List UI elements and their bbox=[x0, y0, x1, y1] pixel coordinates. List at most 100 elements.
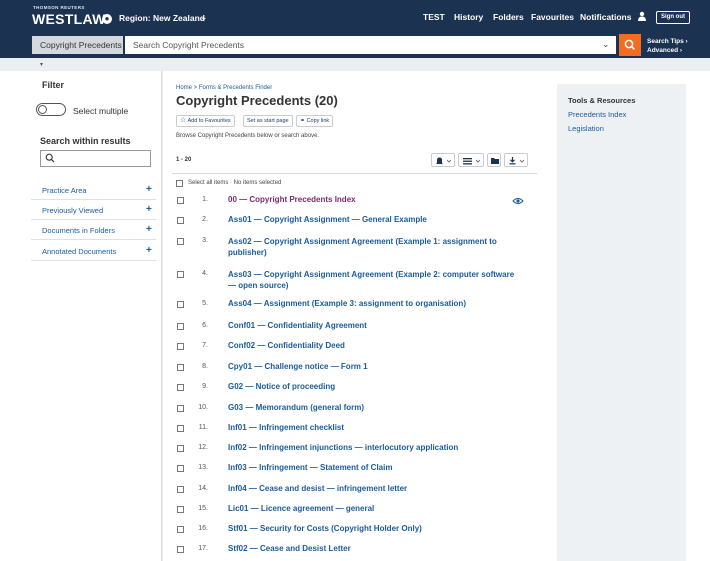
search-tips[interactable]: Search Tips › Advanced › bbox=[647, 37, 688, 55]
result-number: 6. bbox=[202, 322, 208, 329]
result-checkbox[interactable] bbox=[177, 465, 184, 472]
download-dropdown[interactable] bbox=[504, 153, 528, 167]
facet-documents-in-folders[interactable]: Documents in Folders + bbox=[31, 224, 156, 240]
result-checkbox[interactable] bbox=[177, 526, 184, 533]
annotation-icon[interactable] bbox=[512, 197, 524, 205]
result-title-link[interactable]: Ass01 — Copyright Assignment — General E… bbox=[228, 214, 518, 225]
result-checkbox[interactable] bbox=[177, 425, 184, 432]
result-number: 16. bbox=[198, 525, 208, 532]
search-history-chevron-icon[interactable]: ⌄ bbox=[602, 39, 610, 50]
result-title-link[interactable]: Cpy01 — Challenge notice — Form 1 bbox=[228, 361, 518, 372]
result-title-link[interactable]: Inf02 — Infringement injunctions — inter… bbox=[228, 442, 518, 453]
facet-label: Previously Viewed bbox=[42, 206, 104, 215]
save-to-folder-button[interactable] bbox=[487, 153, 501, 167]
set-start-page-label: Set as start page bbox=[247, 118, 289, 124]
sign-out-button[interactable]: Sign out bbox=[656, 11, 690, 24]
alert-dropdown[interactable] bbox=[431, 153, 455, 167]
user-icon[interactable] bbox=[637, 11, 647, 21]
nav-notifications[interactable]: Notifications bbox=[580, 12, 631, 22]
star-icon: ☆ bbox=[180, 117, 187, 124]
result-title-link[interactable]: Ass04 — Assignment (Example 3: assignmen… bbox=[228, 298, 518, 309]
search-scope-dropdown[interactable]: Copyright Precedents ▾ bbox=[32, 36, 123, 68]
plus-icon: + bbox=[146, 184, 152, 195]
result-checkbox[interactable] bbox=[177, 506, 184, 513]
nav-favourites[interactable]: Favourites bbox=[531, 12, 574, 22]
bell-icon bbox=[436, 157, 452, 164]
result-checkbox[interactable] bbox=[177, 546, 184, 553]
page-title: Copyright Precedents (20) bbox=[176, 93, 338, 108]
chevron-down-icon[interactable]: ⌄ bbox=[200, 12, 208, 23]
result-title-link[interactable]: Ass02 — Copyright Assignment Agreement (… bbox=[228, 236, 518, 258]
facet-previously-viewed[interactable]: Previously Viewed + bbox=[31, 204, 156, 220]
result-checkbox[interactable] bbox=[177, 197, 184, 204]
search-tips-link[interactable]: Search Tips › bbox=[647, 37, 688, 46]
result-number: 2. bbox=[202, 216, 208, 223]
result-title-link[interactable]: G02 — Notice of proceeding bbox=[228, 381, 518, 392]
result-checkbox[interactable] bbox=[177, 271, 184, 278]
result-title-link[interactable]: Stf01 — Security for Costs (Copyright Ho… bbox=[228, 523, 518, 534]
select-multiple-label: Select multiple bbox=[73, 106, 129, 116]
result-range: 1 - 20 bbox=[176, 157, 192, 163]
brand-subtitle: THOMSON REUTERS bbox=[33, 5, 85, 10]
advanced-search-link[interactable]: Advanced › bbox=[647, 46, 688, 55]
breadcrumb[interactable]: Home > Forms & Precedents Finder bbox=[176, 85, 272, 91]
result-checkbox[interactable] bbox=[177, 217, 184, 224]
result-title-link[interactable]: Inf03 — Infringement — Statement of Clai… bbox=[228, 462, 518, 473]
copy-link-label: Copy link bbox=[306, 118, 330, 124]
search-icon bbox=[45, 153, 55, 163]
search-within-input[interactable] bbox=[40, 150, 151, 167]
result-title-link[interactable]: G03 — Memorandum (general form) bbox=[228, 402, 518, 413]
result-title-link[interactable]: Conf02 — Confidentiality Deed bbox=[228, 340, 518, 351]
plus-icon: + bbox=[146, 245, 152, 256]
result-title-link[interactable]: Lic01 — Licence agreement — general bbox=[228, 503, 518, 514]
region-globe-icon: ● bbox=[102, 14, 112, 24]
search-icon bbox=[624, 39, 636, 51]
result-number: 4. bbox=[202, 270, 208, 277]
result-number: 14. bbox=[198, 485, 208, 492]
result-title-link[interactable]: 00 — Copyright Precedents Index bbox=[228, 194, 518, 205]
result-checkbox[interactable] bbox=[177, 301, 184, 308]
facet-label: Practice Area bbox=[42, 186, 87, 195]
result-title-link[interactable]: Ass03 — Copyright Assignment Agreement (… bbox=[228, 269, 518, 291]
result-checkbox[interactable] bbox=[177, 323, 184, 330]
view-options-dropdown[interactable] bbox=[458, 153, 484, 167]
result-number: 7. bbox=[202, 342, 208, 349]
plus-icon: + bbox=[146, 224, 152, 235]
result-title-link[interactable]: Conf01 — Confidentiality Agreement bbox=[228, 320, 518, 331]
search-input[interactable] bbox=[125, 36, 616, 54]
result-title-link[interactable]: Inf01 — Infringement checklist bbox=[228, 422, 518, 433]
search-button[interactable] bbox=[619, 34, 641, 56]
tools-resources-panel bbox=[557, 84, 686, 561]
result-number: 17. bbox=[198, 545, 208, 552]
result-title-link[interactable]: Inf04 — Cease and desist — infringement … bbox=[228, 483, 518, 494]
set-start-page-button[interactable]: Set as start page bbox=[243, 115, 293, 127]
result-checkbox[interactable] bbox=[177, 445, 184, 452]
result-number: 15. bbox=[198, 505, 208, 512]
result-checkbox[interactable] bbox=[177, 364, 184, 371]
precedents-index-link[interactable]: Precedents Index bbox=[568, 110, 626, 119]
result-number: 5. bbox=[202, 300, 208, 307]
result-checkbox[interactable] bbox=[177, 238, 184, 245]
legislation-link[interactable]: Legislation bbox=[568, 124, 604, 133]
region-selector[interactable]: Region: New Zealand bbox=[119, 13, 205, 23]
nav-folders[interactable]: Folders bbox=[493, 12, 524, 22]
result-checkbox[interactable] bbox=[177, 343, 184, 350]
facet-label: Documents in Folders bbox=[42, 226, 115, 235]
result-checkbox[interactable] bbox=[177, 405, 184, 412]
browse-hint: Browse Copyright Precedents below or sea… bbox=[176, 133, 320, 139]
add-to-favourites-label: Add to Favourites bbox=[187, 118, 231, 124]
nav-test[interactable]: TEST bbox=[423, 12, 445, 22]
copy-link-button[interactable]: ⚭ Copy link bbox=[296, 115, 334, 127]
result-checkbox[interactable] bbox=[177, 486, 184, 493]
select-multiple-toggle[interactable] bbox=[36, 103, 66, 116]
select-all-checkbox[interactable] bbox=[176, 180, 183, 187]
facet-annotated-documents[interactable]: Annotated Documents + bbox=[31, 245, 156, 261]
facet-practice-area[interactable]: Practice Area + bbox=[31, 184, 156, 200]
nav-history[interactable]: History bbox=[454, 12, 483, 22]
folder-icon bbox=[491, 158, 499, 164]
results-divider bbox=[172, 173, 537, 174]
result-title-link[interactable]: Stf02 — Cease and Desist Letter bbox=[228, 543, 518, 554]
result-checkbox[interactable] bbox=[177, 384, 184, 391]
westlaw-logo[interactable]: WESTLAW bbox=[32, 11, 106, 27]
add-to-favourites-button[interactable]: ☆ Add to Favourites bbox=[176, 115, 235, 127]
